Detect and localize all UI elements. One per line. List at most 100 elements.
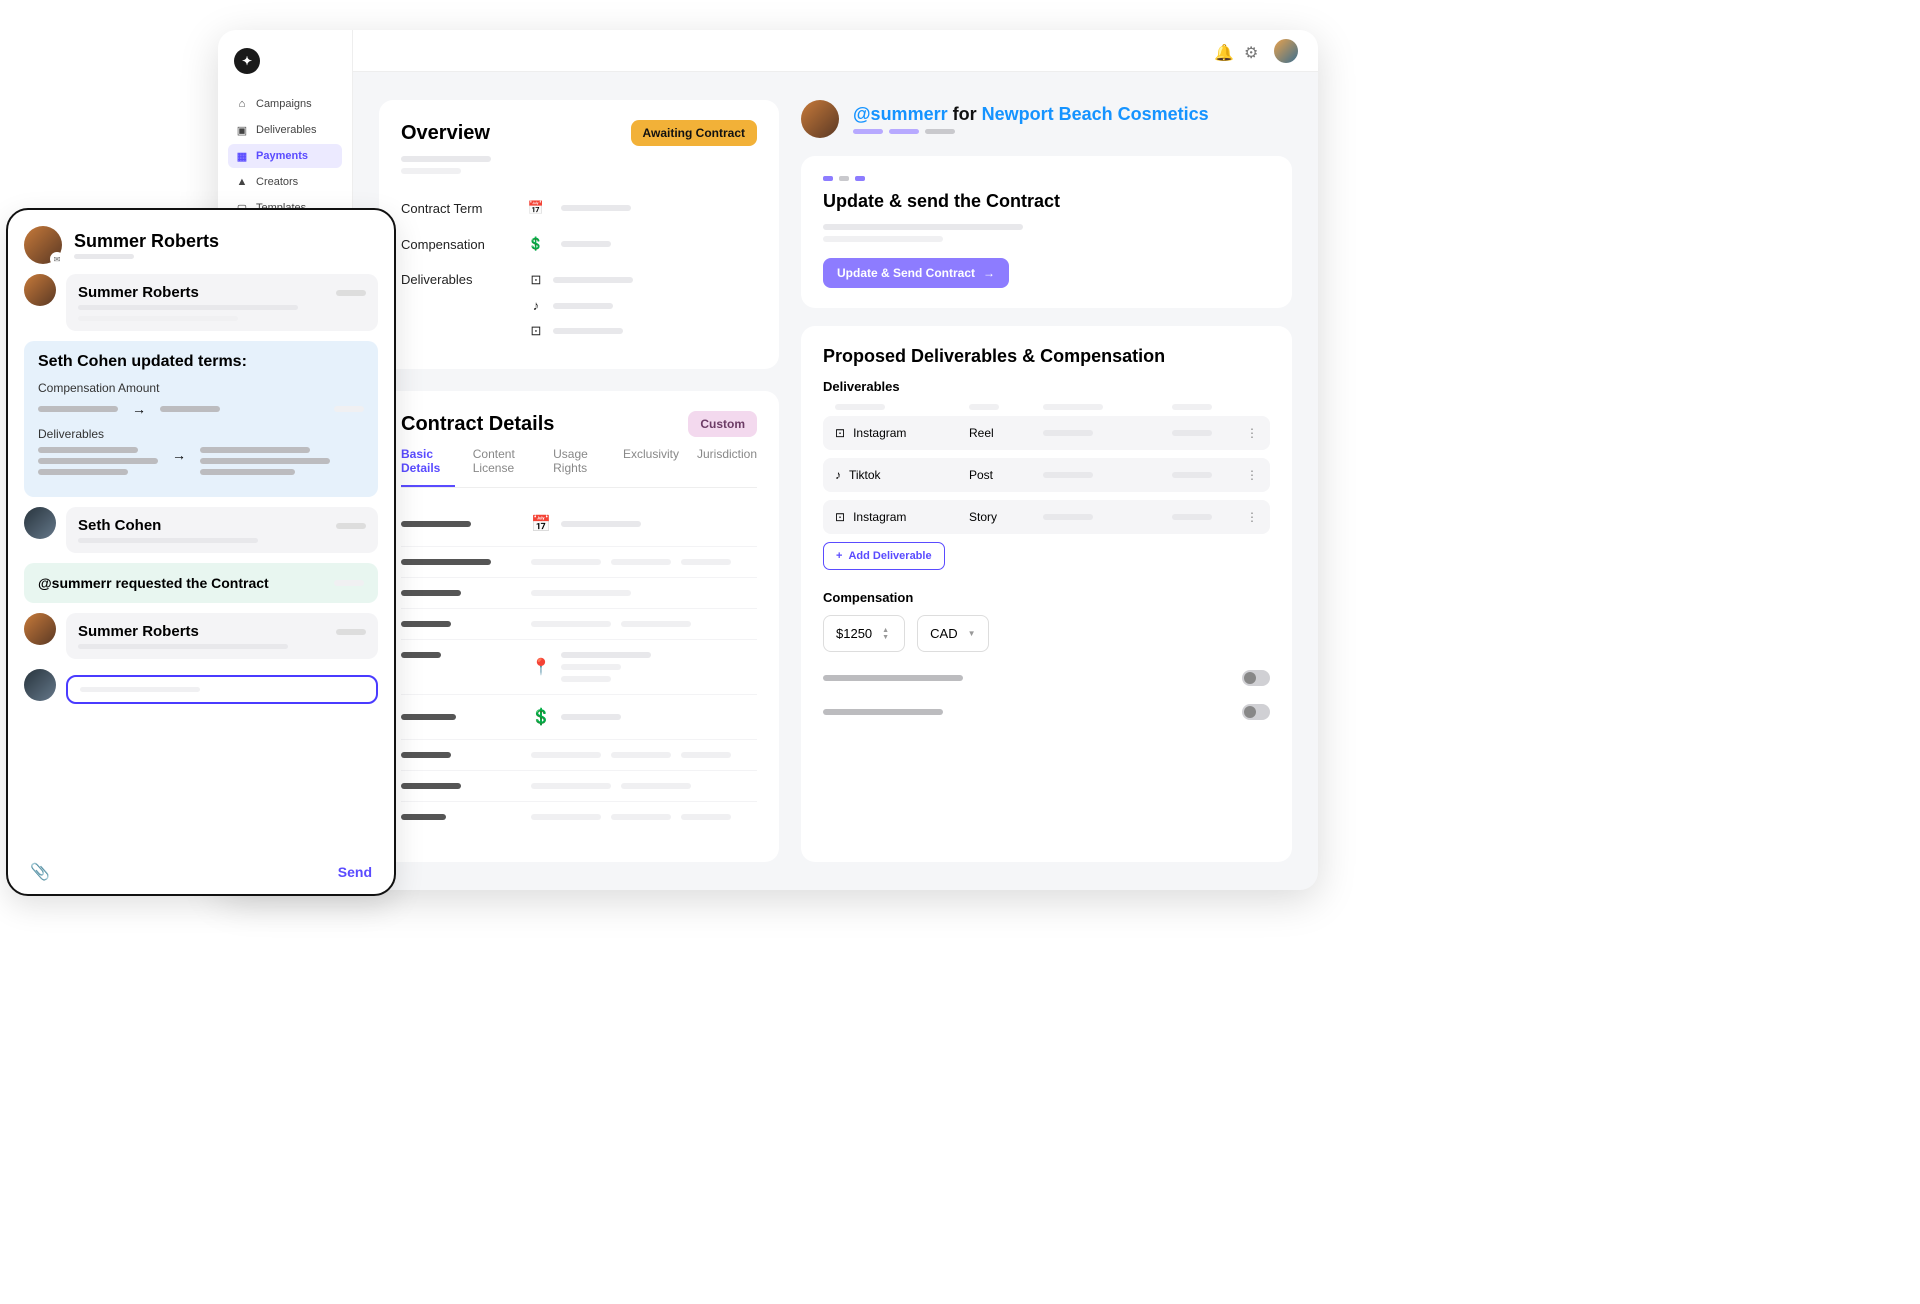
tab-basic-details[interactable]: Basic Details — [401, 447, 455, 487]
more-icon[interactable]: ⋮ — [1246, 468, 1258, 482]
step-dot — [855, 176, 865, 181]
avatar — [24, 274, 56, 306]
sidebar-item-creators[interactable]: ▲ Creators — [228, 170, 342, 194]
avatar — [24, 613, 56, 645]
skeleton — [823, 224, 1023, 230]
creator-header: @summerr for Newport Beach Cosmetics — [801, 100, 1292, 138]
system-card-terms-updated: Seth Cohen updated terms: Compensation A… — [24, 341, 378, 497]
box-icon: ▣ — [236, 124, 248, 136]
creator-title: @summerr for Newport Beach Cosmetics — [853, 104, 1209, 125]
instagram-icon: ⊡ — [835, 426, 845, 440]
currency-select[interactable]: CAD ▼ — [917, 615, 988, 652]
system-card-contract-requested: @summerr requested the Contract — [24, 563, 378, 603]
skeleton — [78, 316, 238, 321]
skeleton — [823, 709, 943, 715]
more-icon[interactable]: ⋮ — [1246, 510, 1258, 524]
skeleton — [160, 406, 220, 412]
sidebar-item-deliverables[interactable]: ▣Deliverables — [228, 118, 342, 142]
skeleton — [553, 277, 633, 283]
toggle-1[interactable] — [1242, 670, 1270, 686]
tab-content-license[interactable]: Content License — [473, 447, 535, 487]
location-icon: 📍 — [531, 657, 551, 677]
sidebar-item-label: Payments — [256, 150, 308, 162]
chevron-down-icon: ▼ — [968, 629, 976, 638]
platform-label: Instagram — [853, 426, 906, 440]
bell-icon[interactable]: 🔔 — [1214, 43, 1230, 59]
instagram-icon: ⊡ — [529, 323, 543, 339]
add-deliverable-button[interactable]: +Add Deliverable — [823, 542, 945, 570]
creator-handle[interactable]: @summerr — [853, 104, 948, 124]
creator-avatar — [801, 100, 839, 138]
step-dot — [839, 176, 849, 181]
sidebar-item-label: Creators — [256, 176, 298, 188]
arrow-right-icon: → — [172, 447, 186, 463]
status-badge: Awaiting Contract — [631, 120, 757, 146]
tiktok-icon: ♪ — [529, 298, 543, 313]
dollar-icon: 💲 — [531, 707, 551, 727]
toggle-2[interactable] — [1242, 704, 1270, 720]
arrow-right-icon: → — [132, 401, 146, 417]
skeleton — [334, 406, 364, 412]
skeleton — [553, 303, 613, 309]
chat-input[interactable] — [66, 675, 378, 704]
home-icon: ⌂ — [236, 98, 248, 110]
proposed-title: Proposed Deliverables & Compensation — [823, 346, 1270, 367]
tab-row: Basic Details Content License Usage Righ… — [401, 447, 757, 488]
currency-value: CAD — [930, 626, 957, 641]
attachment-icon[interactable]: 📎 — [30, 862, 50, 882]
proposed-card: Proposed Deliverables & Compensation Del… — [801, 326, 1292, 862]
skeleton — [38, 406, 118, 412]
user-icon: ▲ — [236, 176, 248, 188]
gear-icon[interactable]: ⚙ — [1244, 43, 1260, 59]
more-icon[interactable]: ⋮ — [1246, 426, 1258, 440]
overview-title: Overview — [401, 122, 490, 145]
update-send-contract-button[interactable]: Update & Send Contract→ — [823, 258, 1009, 288]
creator-brand[interactable]: Newport Beach Cosmetics — [982, 104, 1209, 124]
skeleton — [823, 675, 963, 681]
main-area: 🔔 ⚙ Overview Awaiting Contract Contract … — [353, 30, 1318, 890]
calendar-icon: 📅 — [529, 200, 543, 216]
tab-exclusivity[interactable]: Exclusivity — [623, 447, 679, 487]
send-button[interactable]: Send — [338, 864, 372, 880]
app-logo — [234, 48, 260, 74]
sidebar-item-payments[interactable]: ▦Payments — [228, 144, 342, 168]
calendar-icon: 📅 — [531, 514, 551, 534]
skeleton — [80, 687, 200, 692]
system-text: @summerr requested the Contract — [38, 575, 269, 591]
instagram-icon: ⊡ — [835, 510, 845, 524]
chat-header-avatar: ✉ — [24, 226, 62, 264]
skeleton — [336, 629, 366, 635]
overview-row-label: Compensation — [401, 237, 511, 252]
skeleton — [336, 290, 366, 296]
chat-header: ✉ Summer Roberts — [24, 226, 378, 274]
compensation-label: Compensation — [823, 590, 1270, 605]
message-author: Summer Roberts — [78, 284, 199, 301]
skeleton — [401, 168, 461, 174]
sidebar-item-campaigns[interactable]: ⌂ Campaigns — [228, 92, 342, 116]
type-label: Reel — [969, 426, 1029, 440]
sidebar-item-label: Campaigns — [256, 98, 312, 110]
skeleton — [78, 305, 298, 310]
update-contract-card: Update & send the Contract Update & Send… — [801, 156, 1292, 308]
skeleton — [401, 156, 491, 162]
content: Overview Awaiting Contract Contract Term… — [353, 72, 1318, 890]
amount-input[interactable]: $1250▲▼ — [823, 615, 905, 652]
user-avatar[interactable] — [1274, 39, 1298, 63]
skeleton — [561, 241, 611, 247]
tab-jurisdiction[interactable]: Jurisdiction — [697, 447, 757, 487]
plus-icon: + — [836, 550, 842, 562]
deliverables-label: Deliverables — [823, 379, 1270, 394]
tab-usage-rights[interactable]: Usage Rights — [553, 447, 605, 487]
deliverable-row: ⊡ Instagram Story ⋮ — [823, 500, 1270, 534]
system-row-label: Compensation Amount — [38, 381, 364, 395]
skeleton — [336, 523, 366, 529]
system-title: Seth Cohen updated terms: — [38, 353, 364, 371]
chat-header-name: Summer Roberts — [74, 231, 219, 252]
type-label: Story — [969, 510, 1029, 524]
platform-label: Instagram — [853, 510, 906, 524]
avatar — [24, 669, 56, 701]
instagram-icon: ⊡ — [529, 272, 543, 288]
topbar: 🔔 ⚙ — [353, 30, 1318, 72]
stepper-icon[interactable]: ▲▼ — [882, 627, 892, 641]
update-title: Update & send the Contract — [823, 191, 1270, 212]
